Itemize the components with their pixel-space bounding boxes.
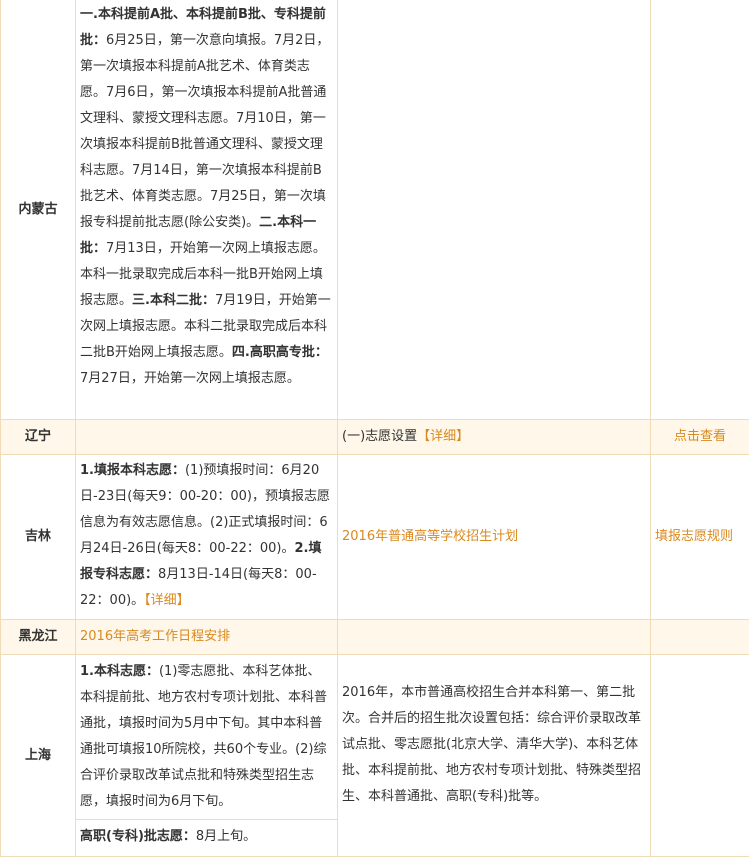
province-name: 吉林 <box>25 529 51 544</box>
table-row-heilongjiang: 黑龙江 2016年高考工作日程安排 <box>1 620 749 655</box>
table-row-jilin: 吉林 1.填报本科志愿：(1)预填报时间：6月20日-23日(每天9：00-20… <box>1 455 749 620</box>
vocational-volunteer-row: 高职(专科)批志愿：8月上旬。 <box>76 819 337 850</box>
bold-label: 四.高职高专批： <box>232 345 328 360</box>
vocational-volunteer-text: 高职(专科)批志愿：8月上旬。 <box>80 824 333 850</box>
plan-cell <box>338 0 651 420</box>
batch-description: 2016年，本市普通高校招生合并本科第一、第二批次。合并后的招生批次设置包括：综… <box>342 680 646 830</box>
province-cell: 辽宁 <box>1 420 76 455</box>
bold-label: 1.本科志愿： <box>80 664 159 679</box>
bold-label: 高职(专科)批志愿： <box>80 829 196 844</box>
schedule-text: 1.本科志愿：(1)零志愿批、本科艺体批、本科提前批、地方农村专项计划批、本科普… <box>76 655 337 819</box>
schedule-cell: 1.本科志愿：(1)零志愿批、本科艺体批、本科提前批、地方农村专项计划批、本科普… <box>76 655 338 857</box>
rules-cell <box>651 655 749 857</box>
schedule-text: 1.填报本科志愿：(1)预填报时间：6月20日-23日(每天9：00-20：00… <box>80 458 333 614</box>
enrollment-plan-link[interactable]: 2016年普通高等学校招生计划 <box>342 529 518 544</box>
table-row-shanghai: 上海 1.本科志愿：(1)零志愿批、本科艺体批、本科提前批、地方农村专项计划批、… <box>1 655 749 857</box>
click-to-view-link[interactable]: 点击查看 <box>674 429 726 444</box>
schedule-text: 一.本科提前A批、本科提前B批、专科提前批：6月25日，第一次意向填报。7月2日… <box>80 2 333 392</box>
table-row-liaoning: 辽宁 (一)志愿设置【详细】 点击查看 <box>1 420 749 455</box>
province-cell: 黑龙江 <box>1 620 76 655</box>
text-segment: 7月27日，开始第一次网上填报志愿。 <box>80 371 300 386</box>
rules-cell <box>651 0 749 420</box>
schedule-cell <box>76 420 338 455</box>
plan-cell <box>338 620 651 655</box>
bold-label: 三.本科二批： <box>132 293 215 308</box>
volunteer-settings-text: (一)志愿设置 <box>342 429 417 444</box>
undergrad-volunteer-text: 1.本科志愿：(1)零志愿批、本科艺体批、本科提前批、地方农村专项计划批、本科普… <box>80 659 333 815</box>
rules-cell: 点击查看 <box>651 420 749 455</box>
detail-link[interactable]: 【详细】 <box>144 593 190 608</box>
plan-cell: (一)志愿设置【详细】 <box>338 420 651 455</box>
schedule-cell: 1.填报本科志愿：(1)预填报时间：6月20日-23日(每天9：00-20：00… <box>76 455 338 620</box>
province-name: 黑龙江 <box>18 629 57 644</box>
province-name: 上海 <box>25 748 51 763</box>
rules-cell <box>651 620 749 655</box>
schedule-cell: 一.本科提前A批、本科提前B批、专科提前批：6月25日，第一次意向填报。7月2日… <box>76 0 338 420</box>
province-cell: 内蒙古 <box>1 0 76 420</box>
text-segment: 8月上旬。 <box>196 829 256 844</box>
admission-schedule-table: 内蒙古 一.本科提前A批、本科提前B批、专科提前批：6月25日，第一次意向填报。… <box>0 0 749 857</box>
work-schedule-link[interactable]: 2016年高考工作日程安排 <box>80 629 230 644</box>
plan-cell: 2016年，本市普通高校招生合并本科第一、第二批次。合并后的招生批次设置包括：综… <box>338 655 651 857</box>
admission-schedule-page: 内蒙古 一.本科提前A批、本科提前B批、专科提前批：6月25日，第一次意向填报。… <box>0 0 749 856</box>
province-name: 辽宁 <box>25 429 51 444</box>
province-name: 内蒙古 <box>18 202 57 217</box>
rules-cell: 填报志愿规则 <box>651 455 749 620</box>
plan-cell: 2016年普通高等学校招生计划 <box>338 455 651 620</box>
bold-label: 1.填报本科志愿： <box>80 463 185 478</box>
text-segment: 6月25日，第一次意向填报。7月2日，第一次填报本科提前A批艺术、体育类志愿。7… <box>80 33 329 230</box>
filling-rules-link[interactable]: 填报志愿规则 <box>655 529 733 544</box>
text-segment: (1)零志愿批、本科艺体批、本科提前批、地方农村专项计划批、本科普通批，填报时间… <box>80 664 327 809</box>
schedule-cell: 2016年高考工作日程安排 <box>76 620 338 655</box>
province-cell: 吉林 <box>1 455 76 620</box>
detail-link[interactable]: 【详细】 <box>417 429 469 444</box>
province-cell: 上海 <box>1 655 76 857</box>
table-row-neimenggu: 内蒙古 一.本科提前A批、本科提前B批、专科提前批：6月25日，第一次意向填报。… <box>1 0 749 420</box>
